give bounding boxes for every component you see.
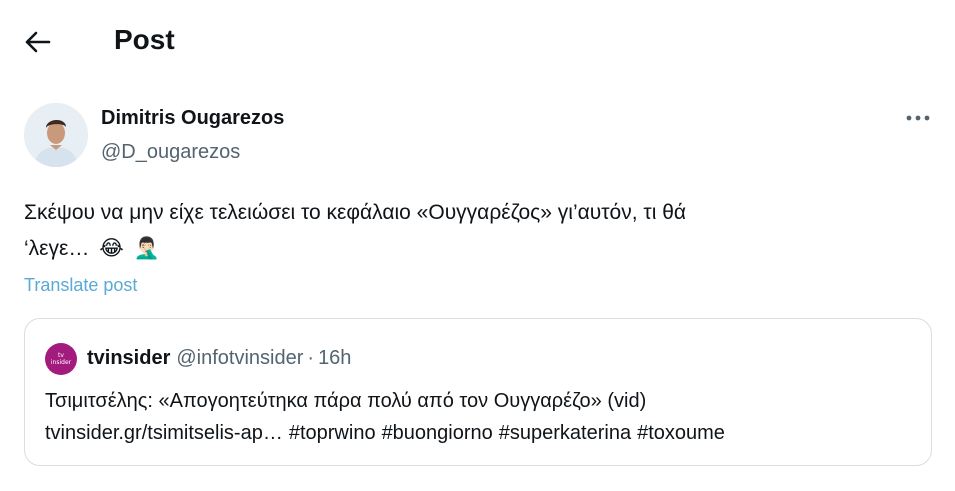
more-options-button[interactable] <box>898 104 938 132</box>
translate-post-link[interactable]: Translate post <box>24 273 137 297</box>
back-button[interactable] <box>20 24 56 60</box>
tweet-text-line-2-text: ‘λεγε… <box>24 237 90 260</box>
facepalm-emoji-icon: 🤦🏻‍♂️ <box>133 237 160 261</box>
quote-header: tvinsider @infotvinsider · 16h <box>87 345 351 371</box>
arrow-left-icon <box>25 31 51 53</box>
post-header: Post <box>0 0 955 80</box>
author-name[interactable]: Dimitris Ougarezos <box>101 104 284 132</box>
hashtag-link[interactable]: #superkaterina <box>499 422 631 444</box>
more-horizontal-icon <box>906 115 930 121</box>
tweet-text-line-2: ‘λεγε… 😂 🤦🏻‍♂️ <box>24 231 924 267</box>
avatar-image <box>24 103 88 167</box>
quote-avatar-logo-bottom: insider <box>50 359 72 366</box>
hashtag-link[interactable]: #toprwino <box>289 422 376 444</box>
quote-author-name[interactable]: tvinsider <box>87 347 170 369</box>
quote-avatar-logo: tv insider <box>51 352 71 366</box>
quote-timestamp[interactable]: 16h <box>318 347 351 369</box>
tweet-text-line-1: Σκέψου να μην είχε τελειώσει το κεφάλαιο… <box>24 201 687 224</box>
quote-links-line: tvinsider.gr/tsimitselis-ap… #toprwino #bu… <box>45 420 725 446</box>
tears-of-joy-emoji-icon: 😂 <box>99 237 124 261</box>
hashtag-link[interactable]: #buongiorno <box>382 422 493 444</box>
quoted-post-card[interactable]: tv insider tvinsider @infotvinsider · 16h Τ… <box>24 318 932 466</box>
author-avatar[interactable] <box>24 103 88 167</box>
author-handle[interactable]: @D_ougarezos <box>101 138 240 166</box>
quote-url-link[interactable]: tvinsider.gr/tsimitselis-ap… <box>45 422 283 444</box>
quote-text: Τσιμιτσέλης: «Απογοητεύτηκα πάρα πολύ απ… <box>45 390 647 412</box>
hashtag-link[interactable]: #toxoume <box>637 422 725 444</box>
quote-avatar[interactable]: tv insider <box>45 343 77 375</box>
quote-avatar-logo-top: tv <box>58 352 64 359</box>
quote-author-handle[interactable]: @infotvinsider <box>176 347 303 369</box>
tweet-text: Σκέψου να μην είχε τελειώσει το κεφάλαιο… <box>24 195 924 267</box>
quote-separator: · <box>307 347 315 369</box>
page-title: Post <box>114 24 175 55</box>
